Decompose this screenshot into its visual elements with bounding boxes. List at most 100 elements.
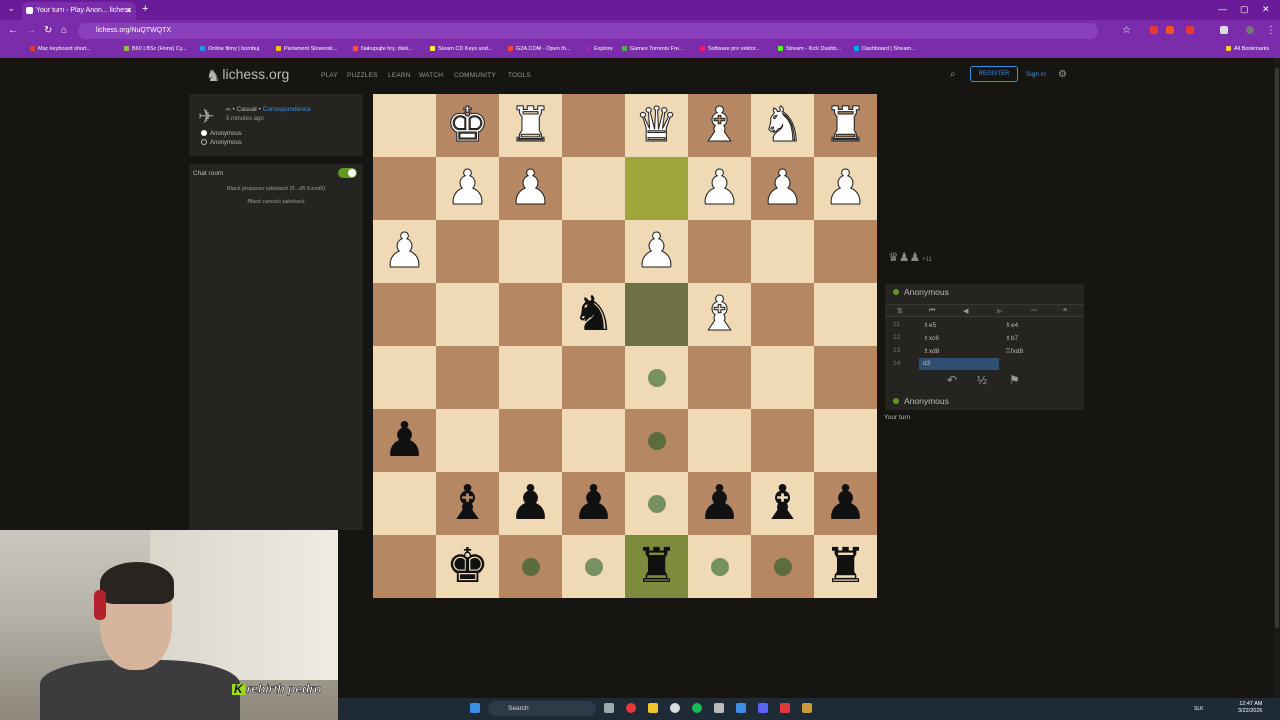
move-hint-dot[interactable]: [647, 431, 666, 450]
move-hint-dot[interactable]: [773, 557, 792, 576]
white-bishop-icon[interactable]: ♝: [688, 283, 751, 346]
board-square[interactable]: [436, 283, 499, 346]
menu-icon[interactable]: ≡: [1063, 307, 1067, 314]
board-square[interactable]: [373, 472, 436, 535]
board-square[interactable]: [625, 283, 688, 346]
board-square[interactable]: [751, 346, 814, 409]
next-move-icon[interactable]: ▶: [997, 307, 1002, 315]
system-clock[interactable]: 12:47 AM 3/22/2026: [1238, 701, 1262, 715]
first-move-icon[interactable]: ⏮: [929, 307, 935, 315]
spotify-icon[interactable]: [692, 703, 702, 713]
window-close-icon[interactable]: ✕: [1262, 4, 1270, 15]
board-square[interactable]: [751, 220, 814, 283]
board-square[interactable]: [814, 220, 877, 283]
board-square[interactable]: [688, 346, 751, 409]
black-move[interactable]: ♖fxd8: [1005, 347, 1023, 355]
white-rook-icon[interactable]: ♜: [814, 94, 877, 157]
black-pawn-icon[interactable]: ♟: [562, 472, 625, 535]
bookmark-item[interactable]: Games Torrents Fre...: [622, 46, 683, 52]
close-tab-icon[interactable]: ✕: [125, 6, 132, 15]
move-hint-dot[interactable]: [521, 557, 540, 576]
board-square[interactable]: [562, 157, 625, 220]
extension-icon[interactable]: [1150, 26, 1158, 34]
black-bishop-icon[interactable]: ♝: [436, 472, 499, 535]
scrollbar-thumb[interactable]: [1275, 68, 1279, 628]
page-scrollbar[interactable]: [1274, 58, 1280, 698]
white-move[interactable]: ♗xc6: [923, 334, 939, 342]
windows-start-icon[interactable]: [470, 703, 480, 713]
black-pawn-icon[interactable]: ♟: [499, 472, 562, 535]
register-button[interactable]: REGISTER: [970, 66, 1018, 82]
nav-tools[interactable]: TOOLS: [508, 72, 531, 79]
board-square[interactable]: [562, 94, 625, 157]
bookmark-item[interactable]: Mac keyboard short...: [30, 46, 91, 52]
nav-play[interactable]: PLAY: [321, 72, 338, 79]
extensions-puzzle-icon[interactable]: [1220, 26, 1228, 34]
board-square[interactable]: [814, 346, 877, 409]
board-square[interactable]: [499, 409, 562, 472]
extension-icon[interactable]: [1186, 26, 1194, 34]
board-square[interactable]: [373, 157, 436, 220]
white-rook-icon[interactable]: ♜: [499, 94, 562, 157]
address-bar[interactable]: lichess.org/NuQTWQTX: [78, 23, 1098, 39]
bookmark-item[interactable]: G2A.COM - Open th...: [508, 46, 570, 52]
profile-avatar[interactable]: [1246, 26, 1254, 34]
home-icon[interactable]: ⌂: [61, 25, 67, 36]
league-icon[interactable]: [802, 703, 812, 713]
black-pawn-icon[interactable]: ♟: [688, 472, 751, 535]
board-square[interactable]: [751, 409, 814, 472]
black-pawn-icon[interactable]: ♟: [373, 409, 436, 472]
nav-watch[interactable]: WATCH: [419, 72, 443, 79]
all-bookmarks[interactable]: All Bookmarks: [1226, 46, 1269, 52]
new-tab-icon[interactable]: +: [142, 3, 148, 15]
board-square[interactable]: [625, 157, 688, 220]
nav-community[interactable]: COMMUNITY: [454, 72, 496, 79]
black-rook-icon[interactable]: ♜: [814, 535, 877, 598]
white-knight-icon[interactable]: ♞: [751, 94, 814, 157]
board-square[interactable]: [436, 220, 499, 283]
move-hint-dot[interactable]: [710, 557, 729, 576]
bookmark-item[interactable]: Software pro vektor...: [700, 46, 760, 52]
bookmark-item[interactable]: B60 | BSc (Hons) Cy...: [124, 46, 187, 52]
sign-in-link[interactable]: Sign in: [1026, 71, 1046, 78]
flip-board-icon[interactable]: ⇅: [897, 307, 903, 315]
steam-icon[interactable]: [714, 703, 724, 713]
black-knight-icon[interactable]: ♞: [562, 283, 625, 346]
previous-move-icon[interactable]: ◀: [963, 307, 968, 315]
black-move[interactable]: ♗e4: [1005, 321, 1018, 329]
extension-icon[interactable]: [1166, 26, 1174, 34]
board-square[interactable]: [436, 409, 499, 472]
white-bishop-icon[interactable]: ♝: [688, 94, 751, 157]
board-square[interactable]: [499, 346, 562, 409]
board-square[interactable]: [562, 409, 625, 472]
move-hint-dot[interactable]: [584, 557, 603, 576]
black-pawn-icon[interactable]: ♟: [814, 472, 877, 535]
browser-tab-active[interactable]: Your turn - Play Anon... lichess ✕: [22, 2, 136, 20]
white-pawn-icon[interactable]: ♟: [625, 220, 688, 283]
maximize-icon[interactable]: ▢: [1240, 4, 1249, 15]
search-icon[interactable]: ⌕: [950, 69, 956, 80]
chrome-icon[interactable]: [626, 703, 636, 713]
board-square[interactable]: [562, 220, 625, 283]
white-queen-icon[interactable]: ♛: [625, 94, 688, 157]
bookmark-item[interactable]: Explore: [586, 46, 613, 52]
file-explorer-icon[interactable]: [648, 703, 658, 713]
black-king-icon[interactable]: ♚: [436, 535, 499, 598]
chat-toggle[interactable]: [338, 168, 357, 178]
board-square[interactable]: [562, 346, 625, 409]
bookmark-item[interactable]: Nakupujte hry, dárk...: [353, 46, 413, 52]
chess-board[interactable]: ♚ ♜ ♛ ♝ ♞ ♜ ♟ ♟ ♟ ♟ ♟ ♟ ♟ ♞ ♝ ♟ ♝ ♟ ♟ ♟ ♝ ♟ ♚ ♜ ♜: [373, 94, 877, 598]
bookmark-item[interactable]: Steam CD Keys and...: [430, 46, 492, 52]
app-icon[interactable]: [780, 703, 790, 713]
nav-learn[interactable]: LEARN: [388, 72, 411, 79]
language-indicator[interactable]: SLK: [1194, 706, 1203, 712]
bookmark-star-icon[interactable]: ☆: [1122, 25, 1131, 36]
player-black[interactable]: Anonymous: [201, 139, 242, 146]
speed-link[interactable]: Correspondence: [263, 106, 311, 113]
board-square[interactable]: [751, 283, 814, 346]
nav-puzzles[interactable]: PUZZLES: [347, 72, 378, 79]
taskbar-search[interactable]: Search: [488, 701, 596, 716]
white-move[interactable]: d3: [923, 360, 930, 367]
white-pawn-icon[interactable]: ♟: [436, 157, 499, 220]
white-pawn-icon[interactable]: ♟: [499, 157, 562, 220]
